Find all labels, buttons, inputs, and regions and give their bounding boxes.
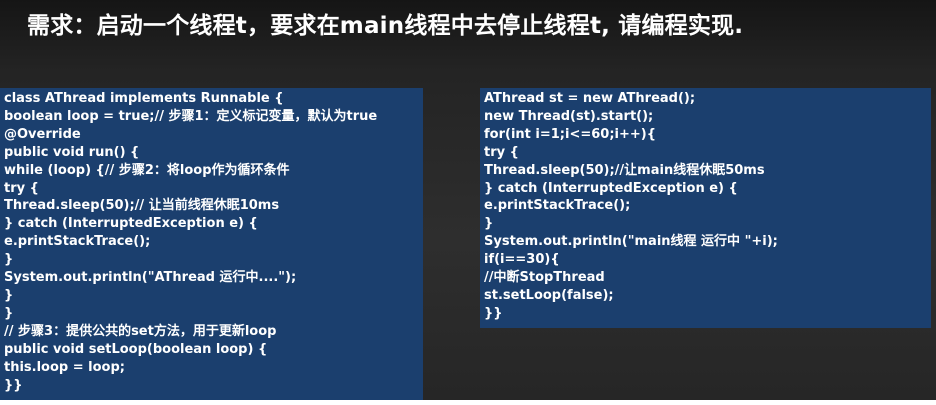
slide-title: 需求：启动一个线程t，要求在main线程中去停止线程t, 请编程实现. — [27, 13, 744, 39]
code-line: public void run() { — [4, 144, 140, 160]
main-code-panel: AThread st = new AThread(); new Thread(s… — [480, 88, 931, 328]
slide: 需求：启动一个线程t，要求在main线程中去停止线程t, 请编程实现. clas… — [0, 0, 936, 402]
code-line: try { — [484, 144, 519, 160]
code-line: this.loop = loop; — [4, 359, 125, 375]
code-line: while (loop) {// 步骤2：将loop作为循环条件 — [4, 162, 290, 178]
code-line: } — [484, 216, 494, 232]
code-line: Thread.sleep(50);// 让当前线程休眠10ms — [4, 198, 280, 214]
code-line: Thread.sleep(50);//让main线程休眠50ms — [484, 162, 765, 178]
code-line: }} — [4, 377, 23, 393]
code-line: class AThread implements Runnable { — [4, 91, 284, 106]
code-line: AThread st = new AThread(); — [484, 91, 696, 106]
code-line: System.out.println("main线程 运行中 "+i); — [484, 234, 778, 250]
code-line: }} — [484, 305, 503, 321]
athread-code-panel: class AThread implements Runnable { bool… — [0, 88, 423, 402]
code-line: new Thread(st).start(); — [484, 108, 654, 124]
code-line: //中断StopThread — [484, 270, 605, 286]
code-line: } — [4, 305, 14, 321]
code-line: } catch (InterruptedException e) { — [484, 180, 738, 196]
code-line: } catch (InterruptedException e) { — [4, 216, 258, 232]
code-line: } — [4, 287, 14, 303]
code-line: // 步骤3：提供公共的set方法，用于更新loop — [4, 323, 277, 339]
bottom-margin — [0, 400, 936, 405]
code-line: boolean loop = true;// 步骤1：定义标记变量，默认为tru… — [4, 108, 378, 124]
code-line: @Override — [4, 126, 81, 142]
code-line: public void setLoop(boolean loop) { — [4, 341, 268, 357]
code-line: try { — [4, 180, 39, 196]
code-line: if(i==30){ — [484, 252, 560, 268]
code-line: e.printStackTrace(); — [484, 198, 631, 214]
code-line: } — [4, 252, 14, 268]
code-line: for(int i=1;i<=60;i++){ — [484, 126, 656, 142]
code-line: e.printStackTrace(); — [4, 234, 151, 250]
code-line: System.out.println("AThread 运行中...."); — [4, 270, 297, 286]
code-line: st.setLoop(false); — [484, 287, 614, 303]
